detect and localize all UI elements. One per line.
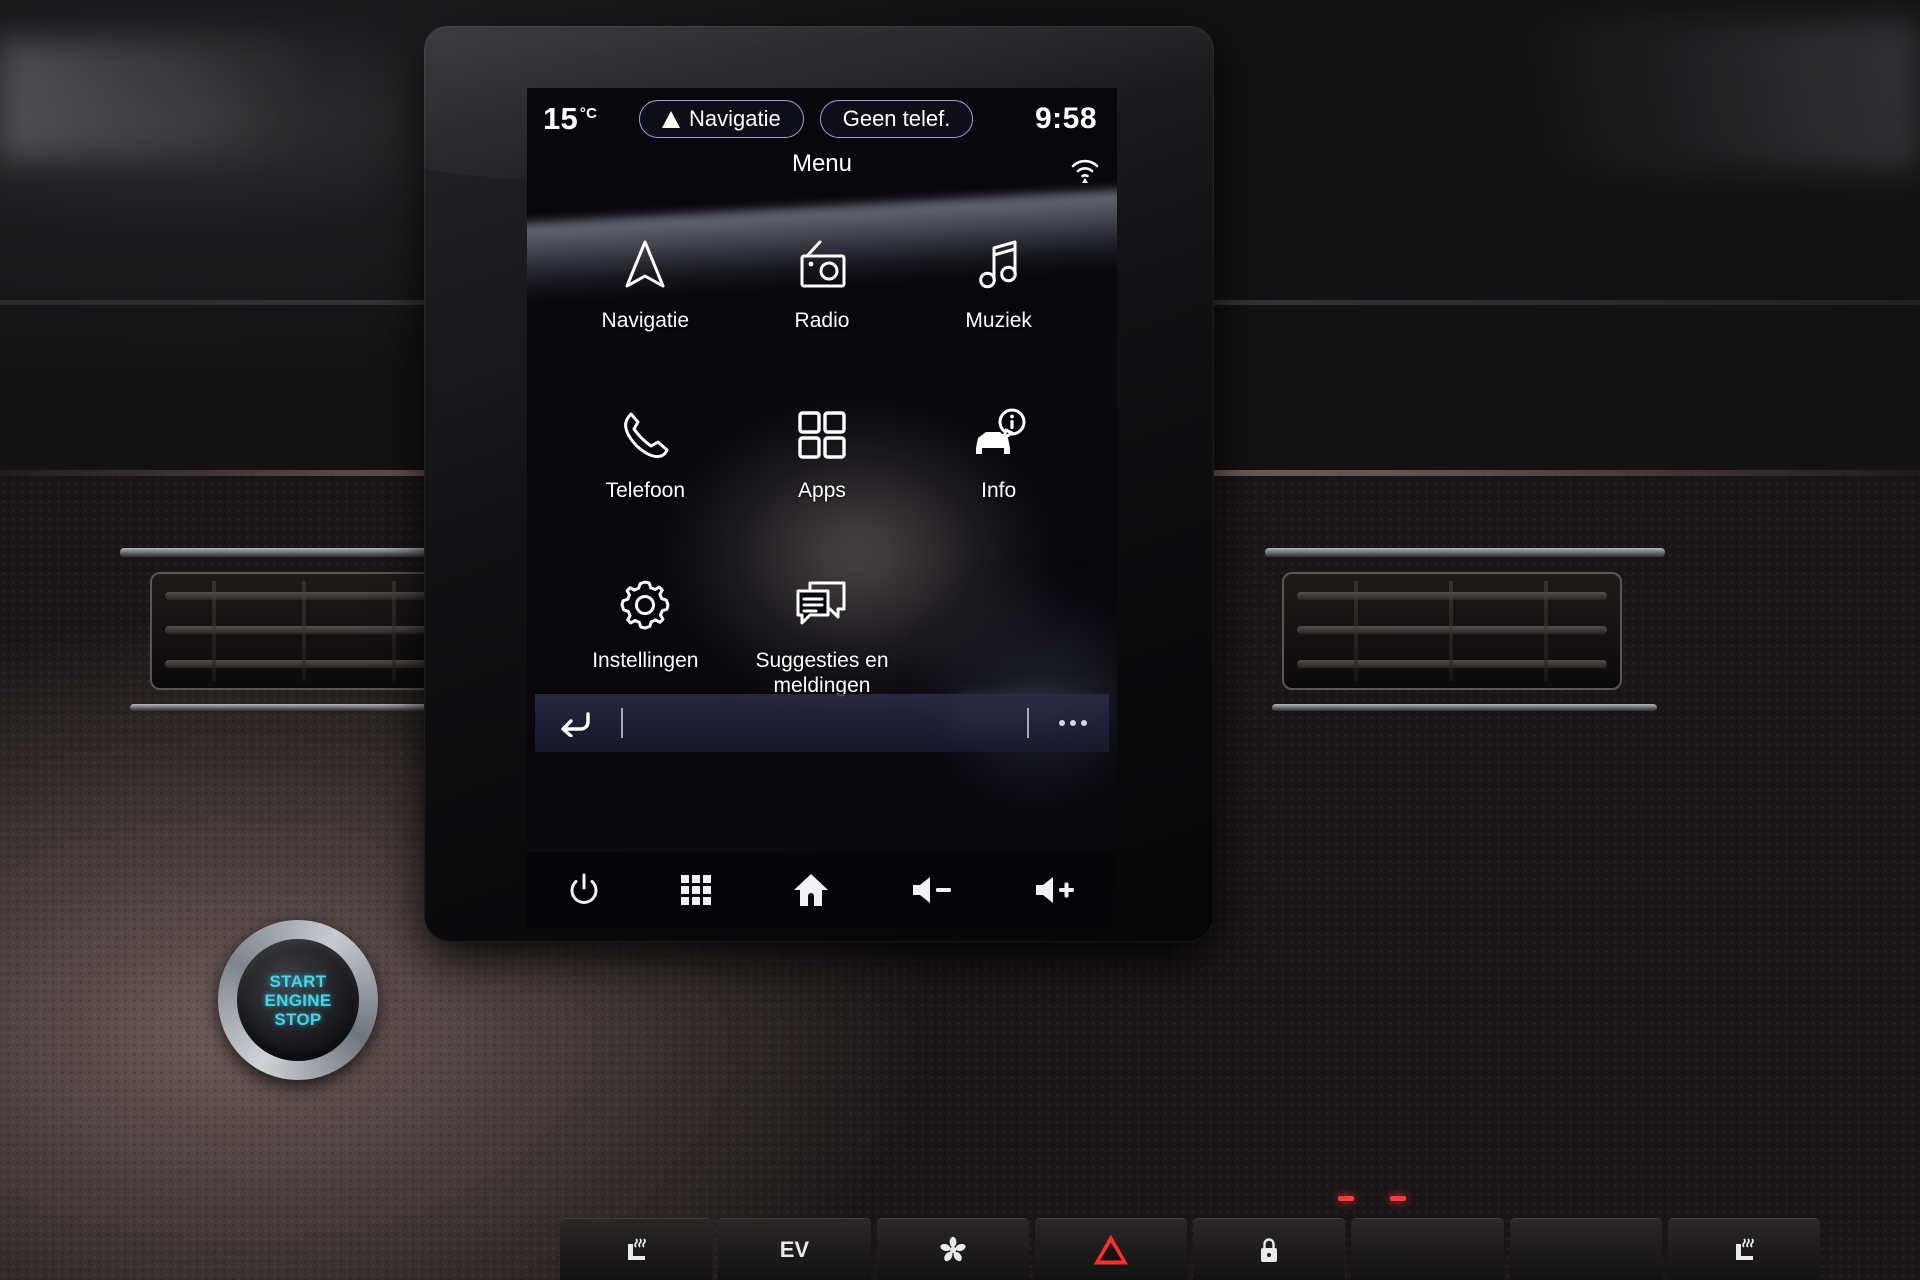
start-button-label: START ENGINE STOP: [265, 972, 332, 1029]
power-button[interactable]: [567, 873, 601, 907]
hardware-button-row: [527, 852, 1117, 928]
wifi-broadcast-icon[interactable]: [1069, 154, 1101, 184]
volume-up-icon: [1036, 877, 1075, 903]
speech-bubbles-icon: [794, 576, 850, 634]
led-indicator-2: [1390, 1196, 1406, 1201]
vent-trim-right: [1265, 548, 1665, 557]
menu-item-label: Radio: [794, 309, 850, 332]
phone-handset-icon: [619, 406, 671, 464]
hazard-triangle-icon: [1094, 1235, 1128, 1265]
phone-pill-label: Geen telef.: [842, 106, 951, 131]
car-interior-scene: START ENGINE STOP EV 15 °C Navigatie Gee…: [0, 0, 1920, 1280]
menu-item-apps[interactable]: Apps: [734, 388, 911, 558]
power-icon: [570, 873, 598, 904]
console-button-climate-fan[interactable]: [876, 1218, 1029, 1280]
menu-item-info[interactable]: Info: [910, 388, 1087, 558]
dash-highlight-right: [1360, 20, 1920, 170]
grid-nine-squares-icon: [681, 875, 712, 905]
vent-trim-right-lower: [1272, 704, 1657, 711]
console-button-ev-mode[interactable]: EV: [718, 1218, 871, 1280]
menu-item-navigatie[interactable]: Navigatie: [557, 218, 734, 388]
console-button-hazard[interactable]: [1034, 1218, 1187, 1280]
start-line-1: START: [269, 971, 327, 991]
sub-bar-divider-left: [621, 708, 623, 738]
radio-icon: [794, 236, 850, 294]
menu-item-label: Muziek: [965, 309, 1032, 332]
navigation-arrow-icon: [622, 236, 668, 294]
lock-icon: [1261, 1237, 1278, 1262]
status-bar: 15 °C Navigatie Geen telef. 9:58: [527, 88, 1117, 150]
menu-grid: Navigatie Radio Muziek Telefoon Apps Inf…: [527, 208, 1117, 728]
grid-four-squares-icon: [797, 406, 847, 464]
volume-down-icon: [912, 877, 951, 903]
volume-down-button[interactable]: [910, 874, 954, 906]
air-vent-left[interactable]: [150, 572, 470, 690]
fan-icon: [939, 1236, 966, 1261]
menu-item-label: Suggesties en meldingen: [755, 649, 889, 697]
console-button-seat-heater-left[interactable]: [560, 1218, 713, 1280]
start-line-3: STOP: [274, 1009, 322, 1029]
apps-grid-button[interactable]: [680, 874, 712, 906]
menu-item-telefoon[interactable]: Telefoon: [557, 388, 734, 558]
gear-icon: [619, 576, 671, 634]
console-button-seat-heater-right[interactable]: [1667, 1218, 1820, 1280]
volume-up-button[interactable]: [1033, 874, 1077, 906]
clock: 9:58: [1034, 102, 1097, 135]
dash-highlight-left: [0, 40, 440, 160]
navigation-pill-label: Navigatie: [689, 106, 781, 131]
console-button-strip: EV: [560, 1218, 1820, 1280]
temperature-value: 15: [543, 101, 578, 136]
start-engine-stop-button[interactable]: START ENGINE STOP: [218, 920, 378, 1080]
start-line-2: ENGINE: [264, 990, 332, 1010]
screen-sub-bar: [535, 694, 1109, 752]
back-arrow-icon[interactable]: [557, 709, 591, 737]
more-dots-icon[interactable]: [1059, 720, 1087, 726]
status-pill-phone[interactable]: Geen telef.: [819, 100, 974, 138]
menu-item-radio[interactable]: Radio: [734, 218, 911, 388]
console-button-blank-1[interactable]: [1351, 1218, 1504, 1280]
air-vent-right[interactable]: [1282, 572, 1622, 690]
console-button-central-lock[interactable]: [1193, 1218, 1346, 1280]
home-button[interactable]: [792, 872, 830, 908]
home-icon: [793, 874, 828, 906]
heated-seat-icon: [628, 1237, 647, 1260]
music-note-icon: [975, 236, 1023, 294]
start-button-face: START ENGINE STOP: [237, 939, 359, 1061]
sub-bar-divider-right: [1027, 708, 1029, 738]
menu-item-label: Instellingen: [592, 649, 699, 672]
menu-item-label: Navigatie: [601, 309, 690, 332]
navigation-arrow-icon: [662, 110, 680, 128]
led-indicator-1: [1338, 1196, 1354, 1201]
infotainment-screen[interactable]: 15 °C Navigatie Geen telef. 9:58 Menu Na…: [527, 88, 1117, 848]
menu-item-label: Telefoon: [605, 479, 686, 502]
temperature-unit: °C: [579, 105, 598, 122]
menu-item-muziek[interactable]: Muziek: [910, 218, 1087, 388]
menu-item-label: Info: [981, 479, 1017, 502]
outside-temperature: 15 °C: [543, 101, 639, 137]
ev-label: EV: [779, 1236, 810, 1262]
page-title: Menu: [791, 150, 853, 177]
heated-seat-icon: [1735, 1237, 1754, 1260]
car-info-icon: [970, 406, 1028, 464]
status-pill-navigation[interactable]: Navigatie: [639, 100, 804, 138]
console-button-blank-2[interactable]: [1509, 1218, 1662, 1280]
menu-item-label: Apps: [798, 479, 846, 502]
